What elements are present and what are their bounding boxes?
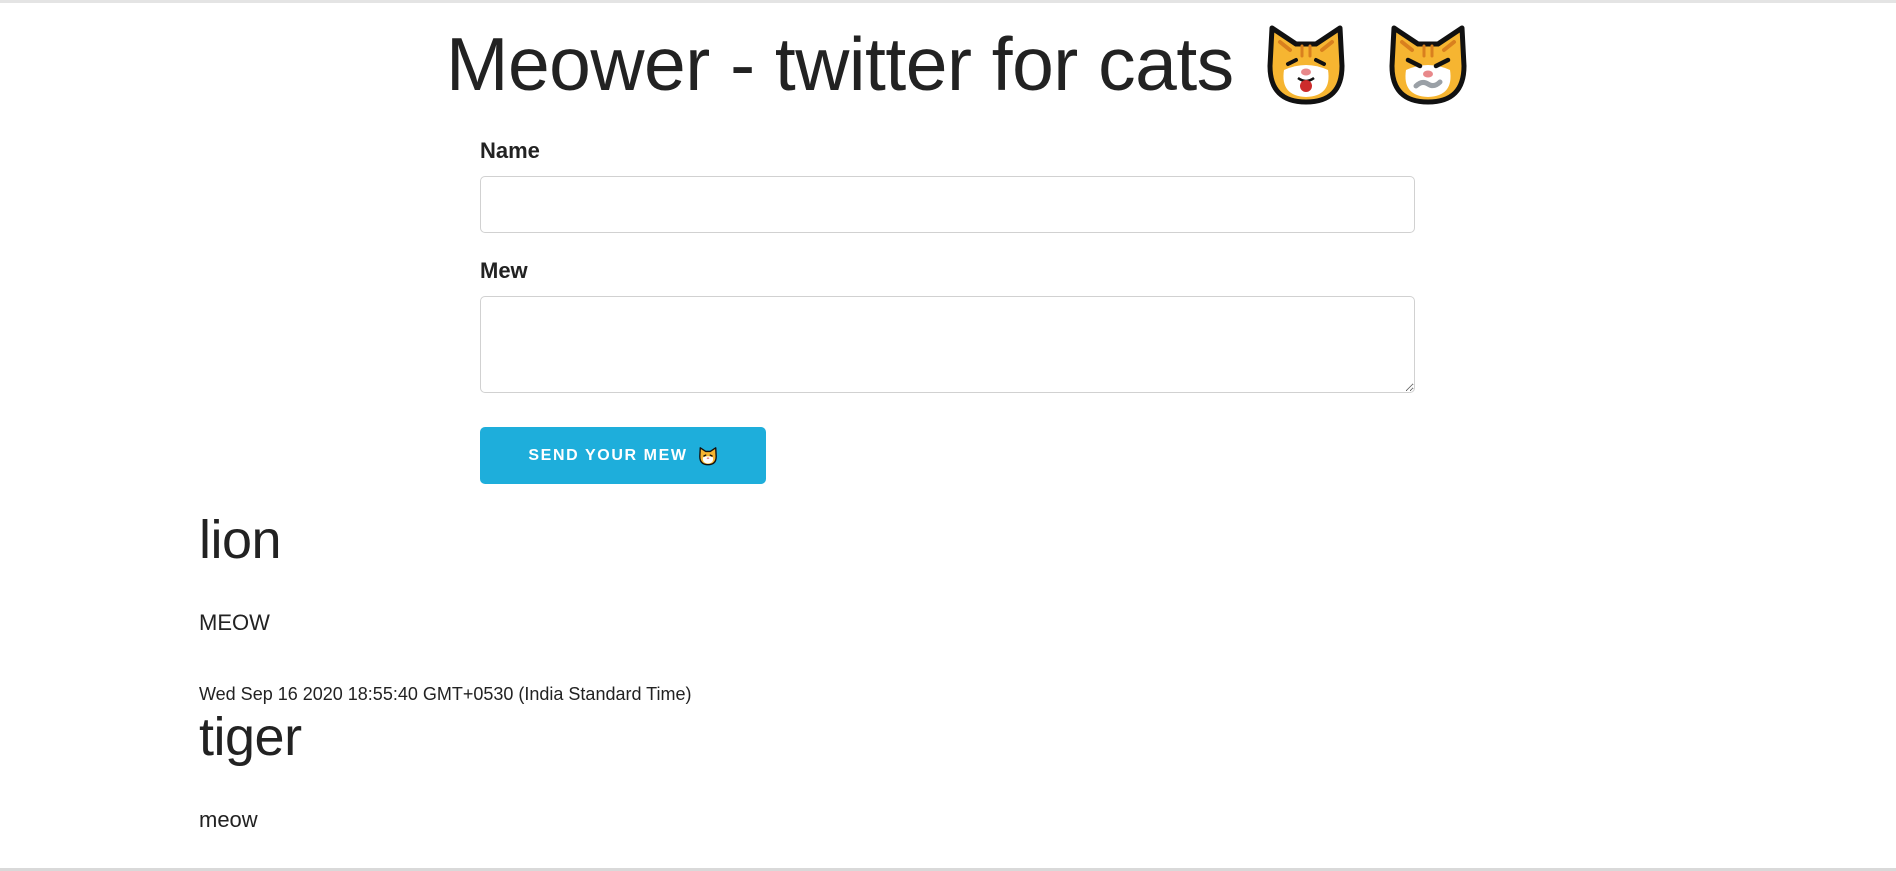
send-mew-button[interactable]: Send your mew — [480, 427, 766, 484]
cat-face-icon — [1262, 20, 1350, 108]
top-divider — [0, 0, 1896, 3]
cat-face-icon — [698, 446, 718, 466]
mew-textarea[interactable] — [480, 296, 1415, 393]
mew-label: Mew — [480, 258, 528, 283]
pouting-cat-icon — [1384, 20, 1472, 108]
mew-item: tiger meow — [199, 705, 1599, 833]
mew-author: lion — [199, 510, 282, 570]
mew-content: meow — [199, 807, 258, 832]
send-mew-button-label: Send your mew — [528, 446, 688, 464]
page-title-text: Meower - twitter for cats — [446, 21, 1234, 106]
name-input[interactable] — [480, 176, 1415, 233]
mew-content: MEOW — [199, 610, 270, 635]
mews-list: lion MEOW Wed Sep 16 2020 18:55:40 GMT+0… — [199, 508, 1599, 833]
page-title: Meower - twitter for cats — [446, 14, 1472, 114]
mew-timestamp: Wed Sep 16 2020 18:55:40 GMT+0530 (India… — [199, 684, 692, 704]
mew-item: lion MEOW Wed Sep 16 2020 18:55:40 GMT+0… — [199, 508, 1599, 705]
name-label: Name — [480, 138, 540, 163]
mew-form: Name Mew Send your mew — [480, 138, 1415, 484]
mew-author: tiger — [199, 707, 302, 767]
